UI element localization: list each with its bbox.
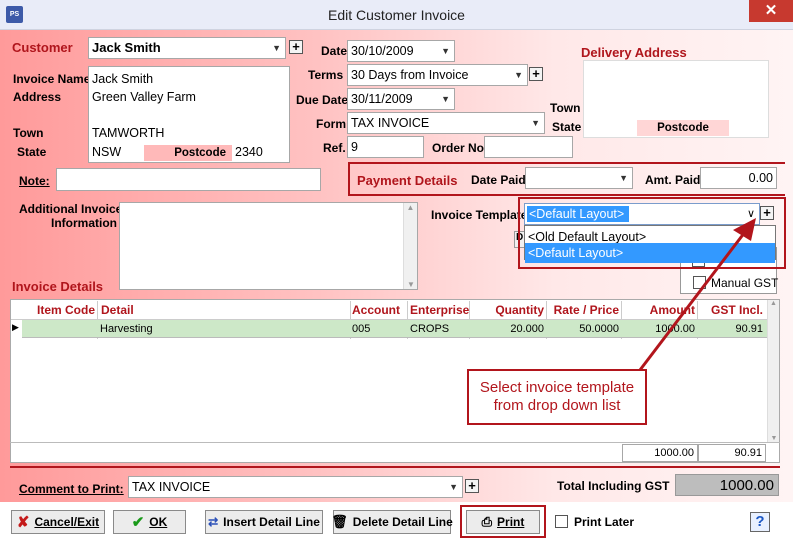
check-icon: ✔	[131, 514, 145, 531]
trash-icon: 🗑	[331, 514, 348, 529]
comment-select[interactable]: TAX INVOICE ▼	[128, 476, 463, 498]
cancel-exit-label: Cancel/Exit	[34, 515, 100, 529]
total-label: Total Including GST	[557, 479, 670, 493]
delete-detail-line-label: Delete Detail Line	[352, 515, 453, 529]
insert-detail-line-label: Insert Detail Line	[223, 515, 320, 529]
printer-icon: ⎙	[481, 514, 493, 529]
add-comment-button[interactable]: +	[465, 479, 479, 493]
cancel-exit-button[interactable]: ✘ Cancel/Exit	[11, 510, 105, 534]
print-later-checkbox[interactable]	[555, 515, 568, 528]
close-x-icon: ✘	[16, 514, 30, 531]
print-label: Print	[497, 515, 525, 529]
comment-divider	[10, 466, 780, 468]
insert-detail-line-button[interactable]: ⇄ Insert Detail Line	[205, 510, 323, 534]
ok-button[interactable]: ✔ OK	[113, 510, 186, 534]
total-value: 1000.00	[675, 474, 779, 496]
callout-text: Select invoice template from drop down l…	[479, 379, 635, 414]
callout-box: Select invoice template from drop down l…	[467, 369, 647, 425]
print-later-label: Print Later	[574, 515, 635, 529]
insert-line-icon: ⇄	[208, 515, 219, 529]
delete-detail-line-button[interactable]: 🗑 Delete Detail Line	[331, 510, 453, 534]
help-button[interactable]: ?	[750, 512, 770, 532]
chevron-down-icon: ▼	[449, 482, 458, 492]
comment-value: TAX INVOICE	[132, 480, 211, 494]
print-button[interactable]: ⎙ Print	[466, 510, 540, 534]
comment-label: Comment to Print:	[19, 482, 124, 496]
ok-label: OK	[149, 515, 168, 529]
annotation-arrow	[638, 218, 756, 371]
